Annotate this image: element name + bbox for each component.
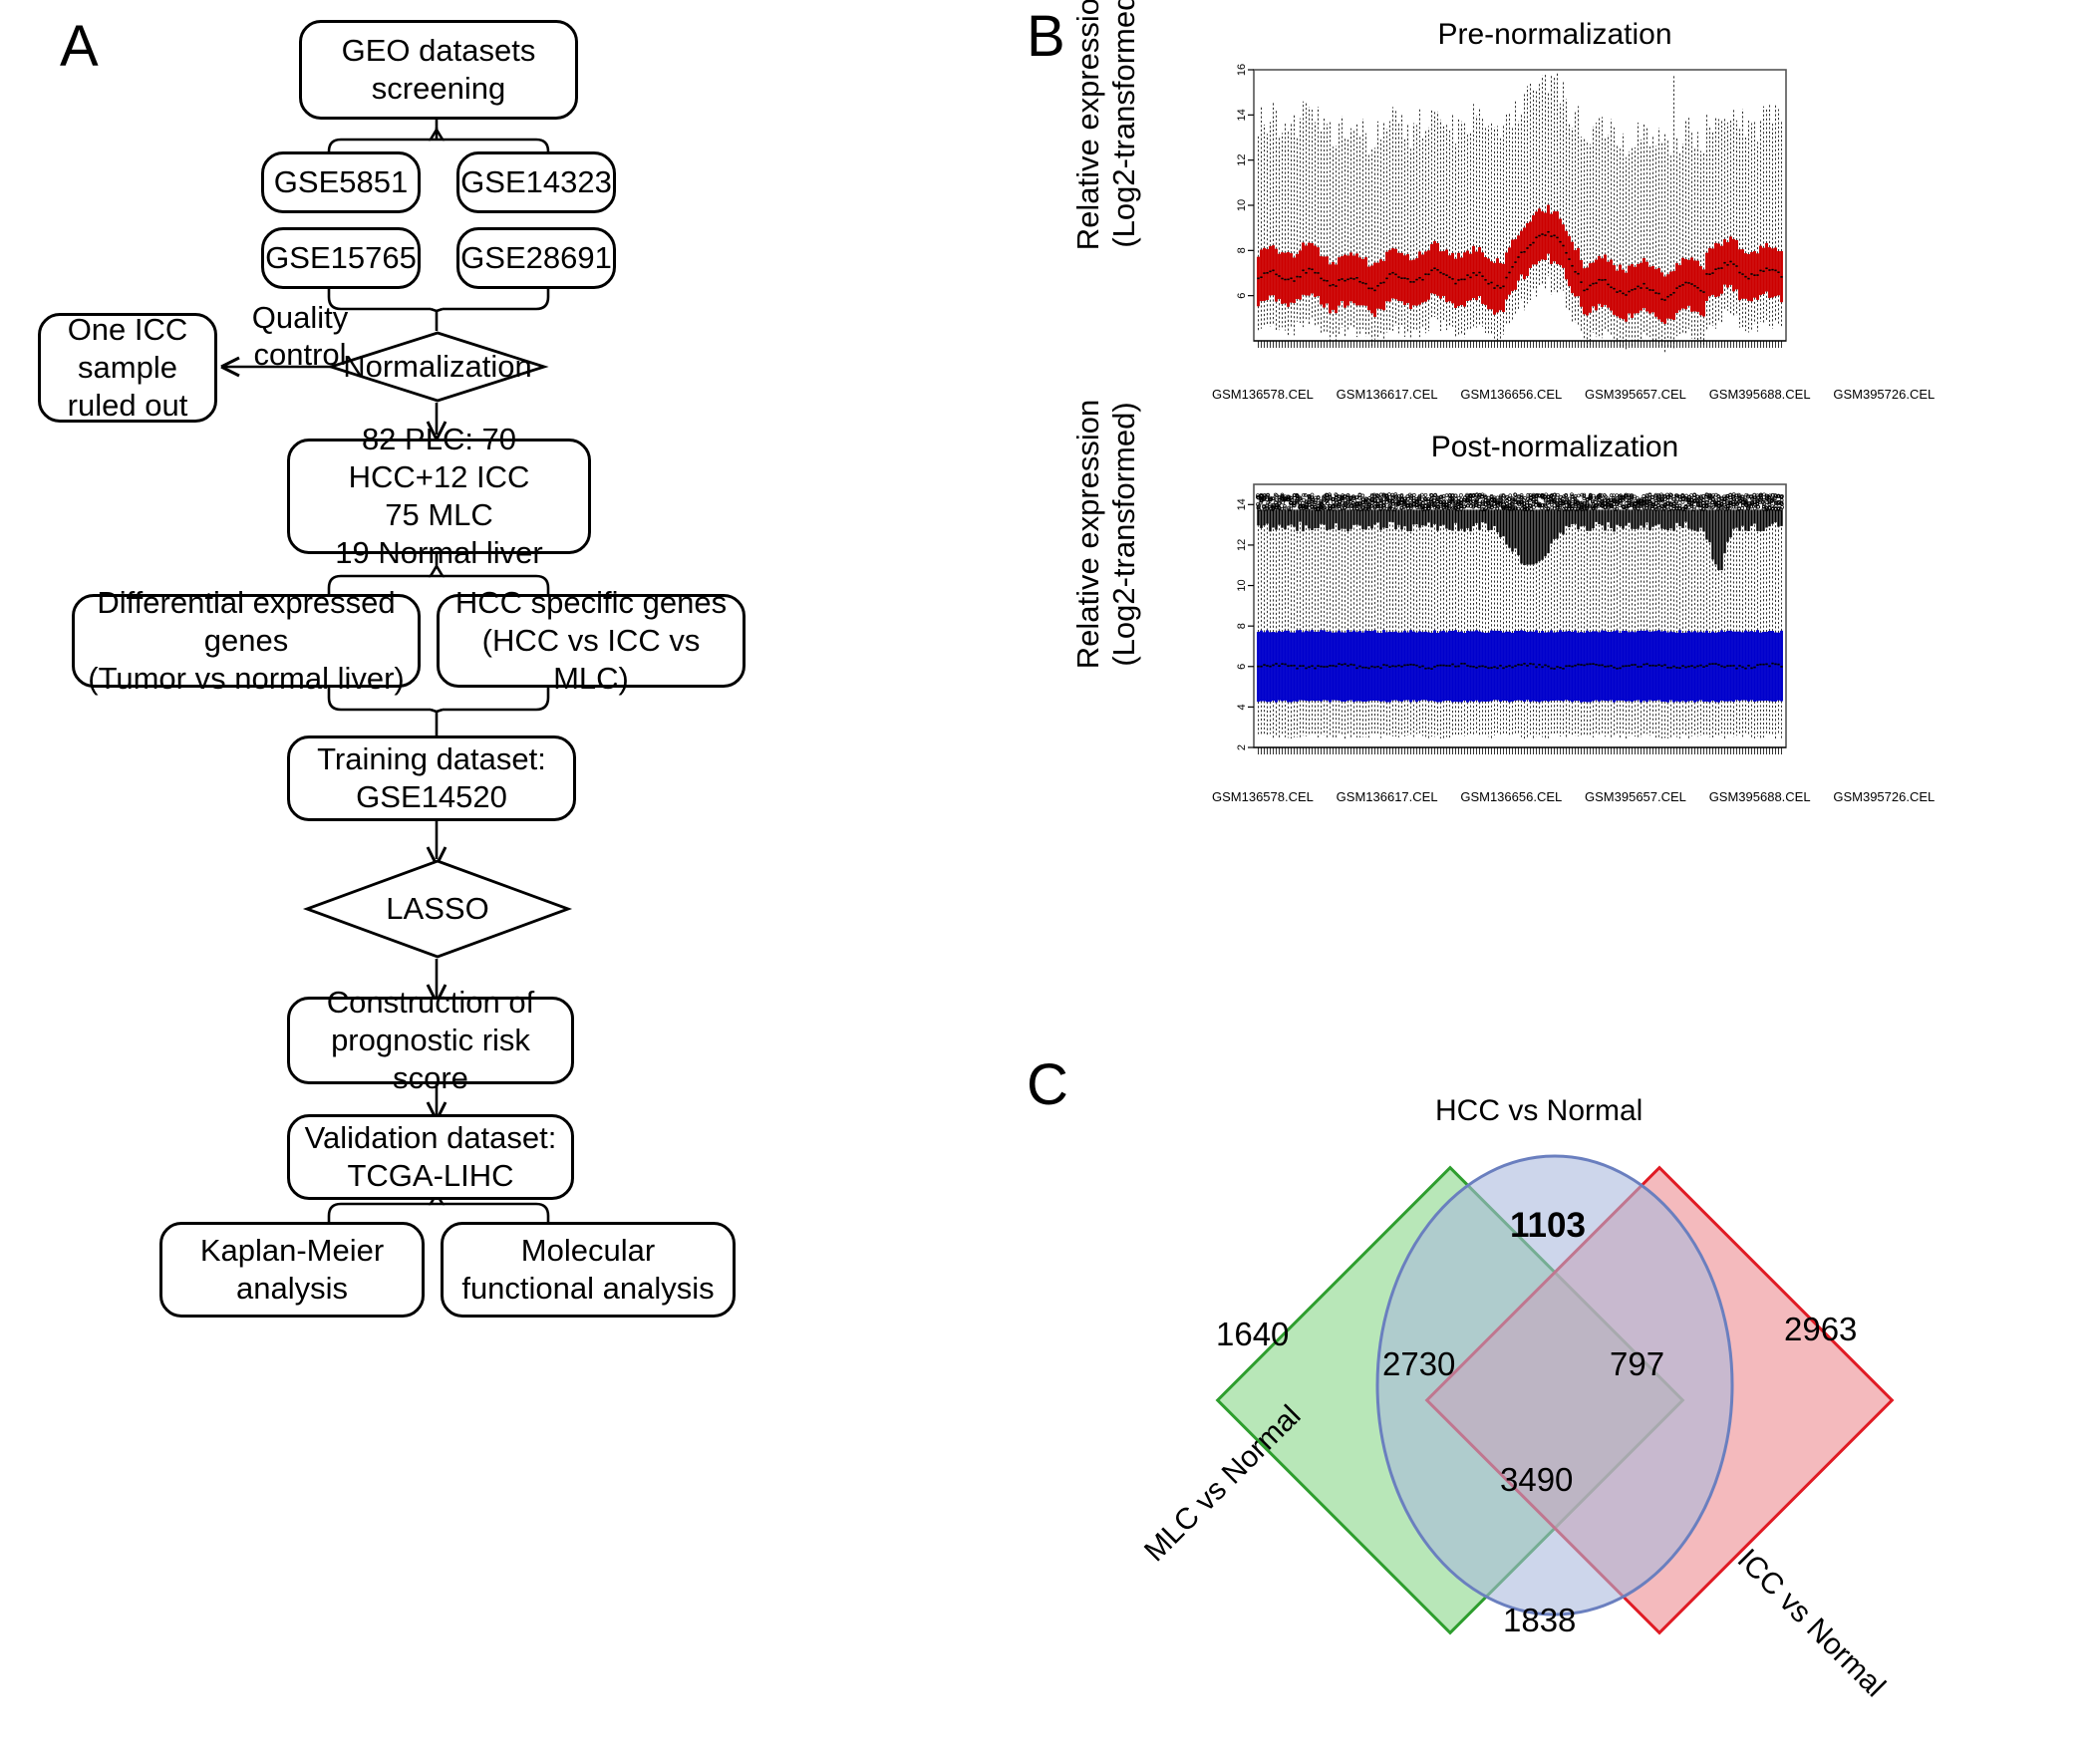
svg-text:6: 6 <box>1236 664 1248 670</box>
node-hcc-specific-genes: HCC specific genes (HCC vs ICC vs MLC) <box>437 585 746 696</box>
node-prognostic-risk-score: Construction of prognostic risk score <box>287 985 574 1095</box>
pre-normalization-title: Pre-normalization <box>1437 18 1672 51</box>
node-gse5851: GSE5851 <box>261 151 421 213</box>
node-molecular-functional-analysis: Molecular functional analysis <box>441 1222 736 1318</box>
post-normalization-xtick-labels: GSM136578.CEL GSM136617.CEL GSM136656.CE… <box>1212 789 1935 804</box>
venn-value-mlc-only: 1640 <box>1216 1316 1290 1352</box>
node-molecular-functional-label: Molecular functional analysis <box>461 1233 715 1306</box>
xtick-1: GSM136617.CEL <box>1336 387 1438 402</box>
node-gse28691: GSE28691 <box>456 227 616 289</box>
xtick-p1: GSM136617.CEL <box>1336 789 1438 804</box>
label-quality-control: Quality control <box>251 300 349 373</box>
node-deg-label: Differential expressed genes (Tumor vs n… <box>88 585 405 696</box>
svg-text:10: 10 <box>1236 579 1248 591</box>
svg-text:2: 2 <box>1236 744 1248 750</box>
node-gse14323-label: GSE14323 <box>460 164 612 200</box>
xtick-p0: GSM136578.CEL <box>1212 789 1314 804</box>
node-hcc-specific-label: HCC specific genes (HCC vs ICC vs MLC) <box>454 585 728 696</box>
node-validation-dataset: Validation dataset: TCGA-LIHC <box>287 1114 574 1200</box>
svg-text:14: 14 <box>1236 498 1248 510</box>
svg-text:16: 16 <box>1236 64 1248 76</box>
venn-value-mlc-icc: 1838 <box>1503 1602 1577 1638</box>
pre-normalization-plot: 6 8 10 12 14 16 <box>1236 64 1787 354</box>
svg-text:10: 10 <box>1236 199 1248 211</box>
node-gse15765: GSE15765 <box>261 227 421 289</box>
venn-value-hcc-icc: 797 <box>1610 1345 1665 1382</box>
pre-normalization-ylabel: Relative expression (Log2-transformed) <box>1070 0 1141 251</box>
svg-text:12: 12 <box>1236 154 1248 166</box>
node-geo-screening: GEO datasets screening <box>299 20 578 120</box>
node-kaplan-meier-label: Kaplan-Meier analysis <box>199 1233 385 1306</box>
venn-value-hcc-only: 1103 <box>1510 1206 1586 1245</box>
xtick-4: GSM395688.CEL <box>1708 387 1811 402</box>
post-normalization-title: Post-normalization <box>1430 431 1679 463</box>
svg-text:4: 4 <box>1236 704 1248 710</box>
xtick-3: GSM395657.CEL <box>1585 387 1686 402</box>
node-one-icc-ruled-out: One ICC sample ruled out <box>38 312 217 423</box>
panel-b-boxplots: B Pre-normalization Relative expression … <box>1017 0 2093 1046</box>
node-geo-screening-label: GEO datasets screening <box>341 33 536 106</box>
pre-normalization-xtick-labels: GSM136578.CEL GSM136617.CEL GSM136656.CE… <box>1212 387 1935 402</box>
node-gse14323: GSE14323 <box>456 151 616 213</box>
node-differential-expressed-genes: Differential expressed genes (Tumor vs n… <box>72 585 421 696</box>
node-lasso: LASSO <box>302 859 573 959</box>
xtick-p2: GSM136656.CEL <box>1460 789 1562 804</box>
node-prognostic-risk-score-label: Construction of prognostic risk score <box>326 985 535 1095</box>
panel-c-venn: C HCC vs Normal MLC vs Normal ICC vs Nor… <box>1017 1046 2093 1764</box>
post-normalization-plot: 2 4 6 8 10 12 14 <box>1236 483 1787 754</box>
node-gse28691-label: GSE28691 <box>460 240 612 276</box>
node-validation-dataset-label: Validation dataset: TCGA-LIHC <box>304 1120 557 1193</box>
node-one-icc-ruled-out-label: One ICC sample ruled out <box>67 312 188 423</box>
panel-c-letter: C <box>1027 1052 1068 1117</box>
svg-text:14: 14 <box>1236 109 1248 121</box>
xtick-5: GSM395726.CEL <box>1833 387 1936 402</box>
node-training-dataset: Training dataset: GSE14520 <box>287 735 576 821</box>
node-lasso-label: LASSO <box>386 891 489 926</box>
xtick-2: GSM136656.CEL <box>1460 387 1562 402</box>
panel-a-flowchart: A GEO datasets screening GSE5851 GSE1432… <box>0 0 1017 1764</box>
panel-a-letter: A <box>60 14 99 79</box>
node-kaplan-meier-analysis: Kaplan-Meier analysis <box>159 1222 425 1318</box>
svg-text:8: 8 <box>1236 247 1248 253</box>
node-cohort-counts-label: 82 PLC: 70 HCC+12 ICC 75 MLC 19 Normal l… <box>335 422 543 570</box>
xtick-p4: GSM395688.CEL <box>1708 789 1811 804</box>
venn-value-hcc-mlc: 2730 <box>1382 1345 1456 1382</box>
svg-text:12: 12 <box>1236 539 1248 551</box>
xtick-0: GSM136578.CEL <box>1212 387 1314 402</box>
node-cohort-counts: 82 PLC: 70 HCC+12 ICC 75 MLC 19 Normal l… <box>287 422 591 570</box>
venn-value-all-three: 3490 <box>1500 1461 1574 1498</box>
venn-value-icc-only: 2963 <box>1784 1311 1858 1347</box>
node-training-dataset-label: Training dataset: GSE14520 <box>317 741 546 814</box>
svg-text:8: 8 <box>1236 623 1248 629</box>
venn-set-label-hcc: HCC vs Normal <box>1435 1094 1644 1127</box>
post-normalization-ylabel: Relative expression (Log2-transformed) <box>1070 399 1141 670</box>
svg-text:6: 6 <box>1236 293 1248 299</box>
xtick-p3: GSM395657.CEL <box>1585 789 1686 804</box>
node-gse15765-label: GSE15765 <box>265 240 417 276</box>
xtick-p5: GSM395726.CEL <box>1833 789 1936 804</box>
node-gse5851-label: GSE5851 <box>273 164 409 200</box>
